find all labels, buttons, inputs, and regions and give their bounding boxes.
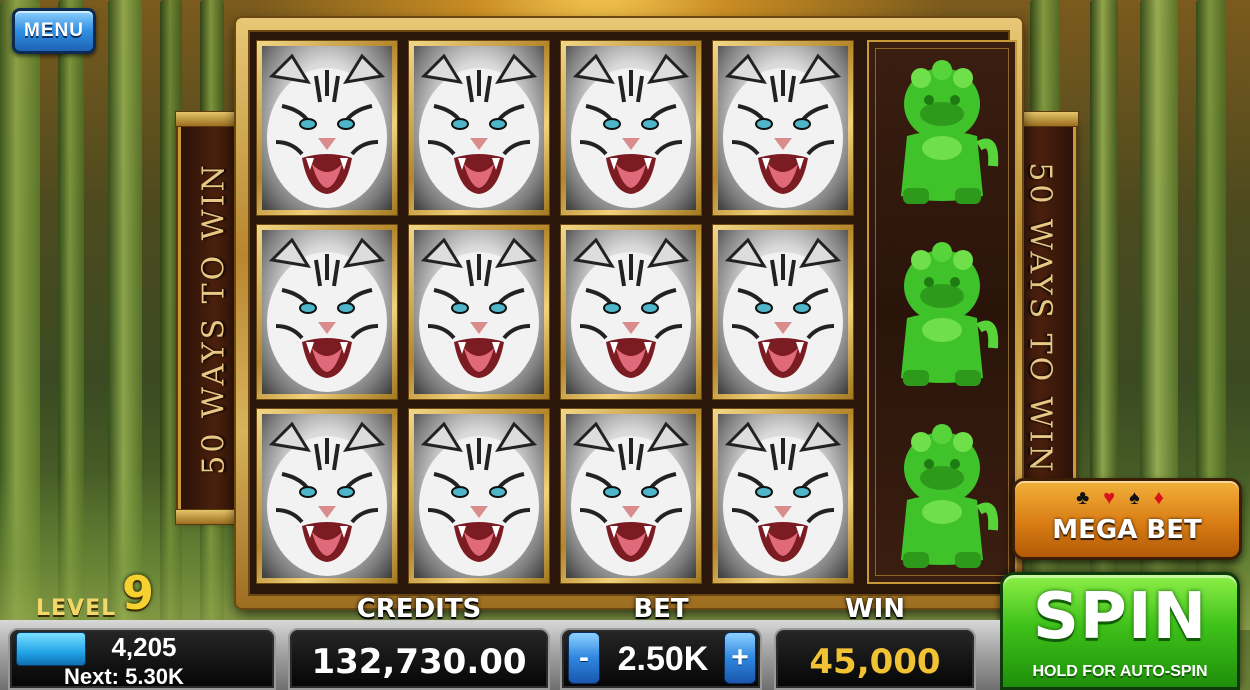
auto-spin-hint: HOLD FOR AUTO-SPIN [1032, 663, 1208, 680]
level-label: LEVEL [36, 596, 117, 621]
mega-bet-button[interactable]: ♣♥♠♦ MEGA BET [1012, 478, 1242, 560]
white-tiger-icon [718, 230, 848, 394]
white-tiger-icon [566, 414, 696, 578]
reel-symbol-white-tiger [256, 224, 398, 400]
xp-next-level: Next: 5.30K [64, 664, 184, 689]
reel-symbol-white-tiger [256, 408, 398, 584]
reels-grid [248, 30, 1017, 596]
white-tiger-icon [566, 46, 696, 210]
white-tiger-icon [414, 46, 544, 210]
white-tiger-icon [718, 46, 848, 210]
ways-to-win-text: 50 WAYS TO WIN [1022, 161, 1058, 475]
level-number: 9 [122, 566, 155, 620]
reels-frame [236, 18, 1022, 608]
reel-symbol-white-tiger [560, 408, 702, 584]
credits-value: 132,730.00 [311, 642, 527, 682]
xp-value: 4,205 [111, 632, 177, 662]
reel-symbol-white-tiger [712, 40, 854, 216]
reel-symbol-white-tiger [712, 224, 854, 400]
reel-symbol-white-tiger [560, 224, 702, 400]
reel-symbol-white-tiger [560, 40, 702, 216]
reel-symbol-white-tiger [256, 40, 398, 216]
spin-button[interactable]: SPIN HOLD FOR AUTO-SPIN [1000, 572, 1240, 690]
reel-column-5 [867, 40, 1017, 584]
reel-symbol-white-tiger [712, 408, 854, 584]
win-panel: 45,000 [774, 628, 976, 690]
jade-foo-dog-icon [883, 420, 1001, 580]
reel-symbol-white-tiger [408, 224, 550, 400]
white-tiger-icon [262, 414, 392, 578]
white-tiger-icon [414, 414, 544, 578]
white-tiger-icon [262, 230, 392, 394]
win-value: 45,000 [809, 642, 941, 682]
ways-to-win-text: 50 WAYS TO WIN [196, 161, 232, 475]
white-tiger-icon [566, 230, 696, 394]
bet-increase-button[interactable]: + [724, 632, 756, 684]
menu-label: MENU [24, 20, 84, 41]
jade-foo-dog-icon [883, 238, 1001, 398]
win-label: WIN [844, 594, 906, 624]
white-tiger-icon [718, 414, 848, 578]
heart-icon: ♥ [1103, 487, 1130, 509]
bet-value: 2.50K [617, 640, 709, 678]
white-tiger-icon [262, 46, 392, 210]
xp-progress-bar [16, 632, 86, 666]
menu-button[interactable]: MENU [12, 8, 96, 54]
white-tiger-icon [414, 230, 544, 394]
spade-icon: ♠ [1129, 487, 1154, 509]
spin-label: SPIN [1032, 580, 1208, 654]
bet-label: BET [633, 594, 689, 624]
jade-foo-dog-icon [883, 56, 1001, 216]
reel-symbol-white-tiger [408, 40, 550, 216]
reel-symbol-white-tiger [408, 408, 550, 584]
credits-label: CREDITS [356, 594, 482, 624]
diamond-icon: ♦ [1153, 487, 1178, 509]
mega-bet-label: MEGA BET [1052, 515, 1202, 545]
bet-decrease-button[interactable]: - [568, 632, 600, 684]
credits-panel: 132,730.00 [288, 628, 550, 690]
card-suits: ♣♥♠♦ [1015, 487, 1239, 510]
club-icon: ♣ [1076, 487, 1104, 509]
